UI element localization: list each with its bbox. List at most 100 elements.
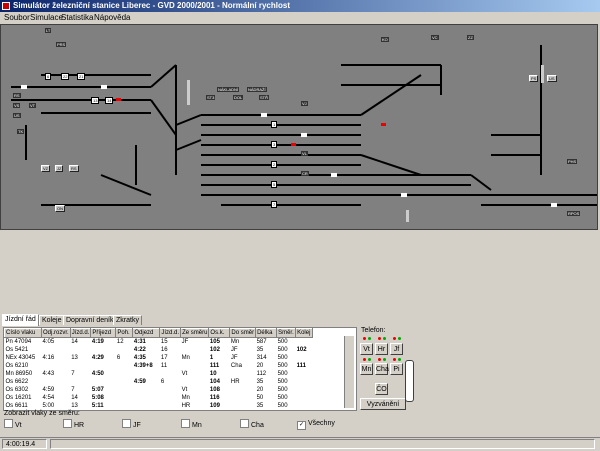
- checkmark-icon[interactable]: ✓: [297, 421, 306, 430]
- table-cell: 7: [71, 387, 75, 393]
- phone-button-pi[interactable]: Pi: [390, 363, 403, 375]
- tab-tracks[interactable]: Koleje: [39, 315, 65, 325]
- checkbox-icon[interactable]: [240, 419, 249, 428]
- table-cell: 11: [160, 363, 168, 369]
- table-cell: [296, 354, 313, 362]
- checkbox-icon[interactable]: [122, 419, 131, 428]
- label-tk: TK: [17, 129, 25, 134]
- phone-button-vt[interactable]: Vt: [360, 343, 373, 355]
- table-cell: [42, 346, 71, 354]
- table-cell: [70, 378, 91, 386]
- track-block: 3: [271, 141, 278, 148]
- panel-button[interactable]: ON: [55, 205, 65, 212]
- table-cell: JF: [230, 355, 238, 361]
- table-cell: 14: [71, 339, 78, 345]
- checkbox-icon[interactable]: [63, 419, 72, 428]
- status-bar: 4:00:19.4: [0, 437, 600, 451]
- filter-hr[interactable]: HR: [63, 419, 84, 429]
- table-cell: 12: [116, 339, 124, 345]
- column-header[interactable]: Příjezd: [90, 328, 117, 338]
- telephone-panel: Telefon: Vt Hr Jf Mn Cha Pi ČO Vyzvánění: [358, 325, 408, 415]
- table-cell: 4:59: [42, 387, 55, 393]
- column-header[interactable]: Délka: [255, 328, 278, 338]
- table-row[interactable]: Mn 86950 4:43 7 4:50 Vt 10 112 500: [5, 370, 313, 378]
- table-cell: [230, 402, 256, 410]
- phone-button-cha[interactable]: Cha: [375, 363, 389, 375]
- filter-vt[interactable]: Vt: [4, 419, 22, 429]
- table-cell: [181, 346, 209, 354]
- tab-shortcuts[interactable]: Zkratky: [113, 315, 142, 325]
- table-row[interactable]: Os 16201 4:54 14 5:08 Mn 116 50 500: [5, 394, 313, 402]
- label-vt: VT: [29, 103, 37, 108]
- column-header[interactable]: Do směr: [229, 328, 257, 338]
- phone-button-jf[interactable]: Jf: [390, 343, 403, 355]
- table-row[interactable]: Os 6611 5:00 13 5:11 HR 109 35 500: [5, 402, 313, 410]
- label-zz: ZZ: [467, 35, 474, 40]
- led-icon: [363, 337, 366, 340]
- table-row[interactable]: Pn 47094 4:05 14 4:19 12 4:31 15 JF 105 Mn 587 500: [5, 338, 313, 347]
- column-header[interactable]: Jízd.d.: [69, 328, 92, 338]
- label-dol: DOL: [233, 95, 244, 100]
- filter-mn[interactable]: Mn: [181, 419, 202, 429]
- table-cell: [160, 394, 181, 402]
- checkbox-icon[interactable]: [181, 419, 190, 428]
- table-cell: 112: [256, 371, 267, 377]
- panel-button[interactable]: VZ: [41, 165, 51, 172]
- table-cell: [160, 386, 181, 394]
- ring-button[interactable]: Vyzvánění: [360, 398, 406, 410]
- column-header[interactable]: Odj.rozvr.: [41, 328, 71, 338]
- led-icon: [368, 337, 371, 340]
- panel-button[interactable]: PS: [529, 75, 539, 82]
- tab-traffic-log[interactable]: Dopravní deník: [63, 315, 117, 325]
- table-cell: 4:35: [133, 355, 146, 361]
- column-header[interactable]: Ze směru: [180, 328, 210, 338]
- menu-simulation[interactable]: Simulace: [30, 13, 63, 22]
- panel-button[interactable]: US: [547, 75, 557, 82]
- timetable-grid[interactable]: Číslo vlaku Odj.rozvr. Jízd.d. Příjezd P…: [3, 327, 357, 411]
- table-cell: [70, 362, 91, 370]
- table-cell: [296, 394, 313, 402]
- column-header[interactable]: Os.k.: [208, 328, 231, 338]
- table-cell: 4:54: [42, 395, 55, 401]
- phone-button-hr[interactable]: Hr: [375, 343, 388, 355]
- table-row[interactable]: NEx 43045 4:16 13 4:29 6 4:35 17 Mn 1 JF 314 500: [5, 354, 313, 362]
- label-nakladni: NÁKLADNÍ: [217, 87, 240, 92]
- menu-statistics[interactable]: Statistika: [61, 13, 93, 22]
- table-cell: 1: [209, 355, 214, 361]
- column-header[interactable]: Kolej: [295, 328, 314, 338]
- track-block: 14: [105, 97, 114, 104]
- phone-button-mn[interactable]: Mn: [360, 363, 373, 375]
- table-cell: 4:43: [42, 371, 55, 377]
- column-header[interactable]: Odjezd: [132, 328, 161, 338]
- filter-all[interactable]: ✓ Všechny: [297, 419, 335, 430]
- panel-button[interactable]: RS: [69, 165, 79, 172]
- column-header[interactable]: Poh.: [115, 328, 134, 338]
- filter-cha[interactable]: Cha: [240, 419, 264, 429]
- table-cell: 35: [256, 347, 264, 353]
- panel-button[interactable]: JZ: [55, 165, 64, 172]
- table-cell: [133, 394, 160, 402]
- table-row[interactable]: Os 6210 4:39+8 11 111 Cha 20 500 111: [5, 362, 313, 370]
- table-cell: [296, 402, 313, 410]
- table-cell: 5:08: [91, 395, 104, 401]
- phone-button-co[interactable]: ČO: [375, 383, 388, 395]
- table-row[interactable]: Os 5421 4:22 16 102 JF 35 500 102: [5, 346, 313, 354]
- column-header[interactable]: Číslo vlaku: [4, 328, 42, 338]
- column-header[interactable]: Jízd.d.: [159, 328, 182, 338]
- timetable-table: Číslo vlaku Odj.rozvr. Jízd.d. Příjezd P…: [4, 328, 314, 410]
- column-header[interactable]: Směr.: [276, 328, 297, 338]
- label-str: STŘ: [259, 95, 269, 100]
- led-icon: [383, 337, 386, 340]
- table-cell: 111: [209, 363, 220, 369]
- table-cell: 102: [296, 347, 307, 353]
- filter-jf[interactable]: JF: [122, 419, 141, 429]
- menu-file[interactable]: Soubor: [4, 13, 30, 22]
- table-row[interactable]: Os 6302 4:59 7 5:07 Vt 108 20 500: [5, 386, 313, 394]
- table-scrollbar[interactable]: [344, 336, 354, 408]
- menu-help[interactable]: Nápověda: [94, 13, 130, 22]
- checkbox-icon[interactable]: [4, 419, 13, 428]
- tab-timetable[interactable]: Jízdní řád: [2, 314, 39, 326]
- table-cell: [42, 378, 71, 386]
- table-cell: 500: [277, 339, 288, 345]
- table-row[interactable]: Os 6622 4:59 6 104 HR 35 500: [5, 378, 313, 386]
